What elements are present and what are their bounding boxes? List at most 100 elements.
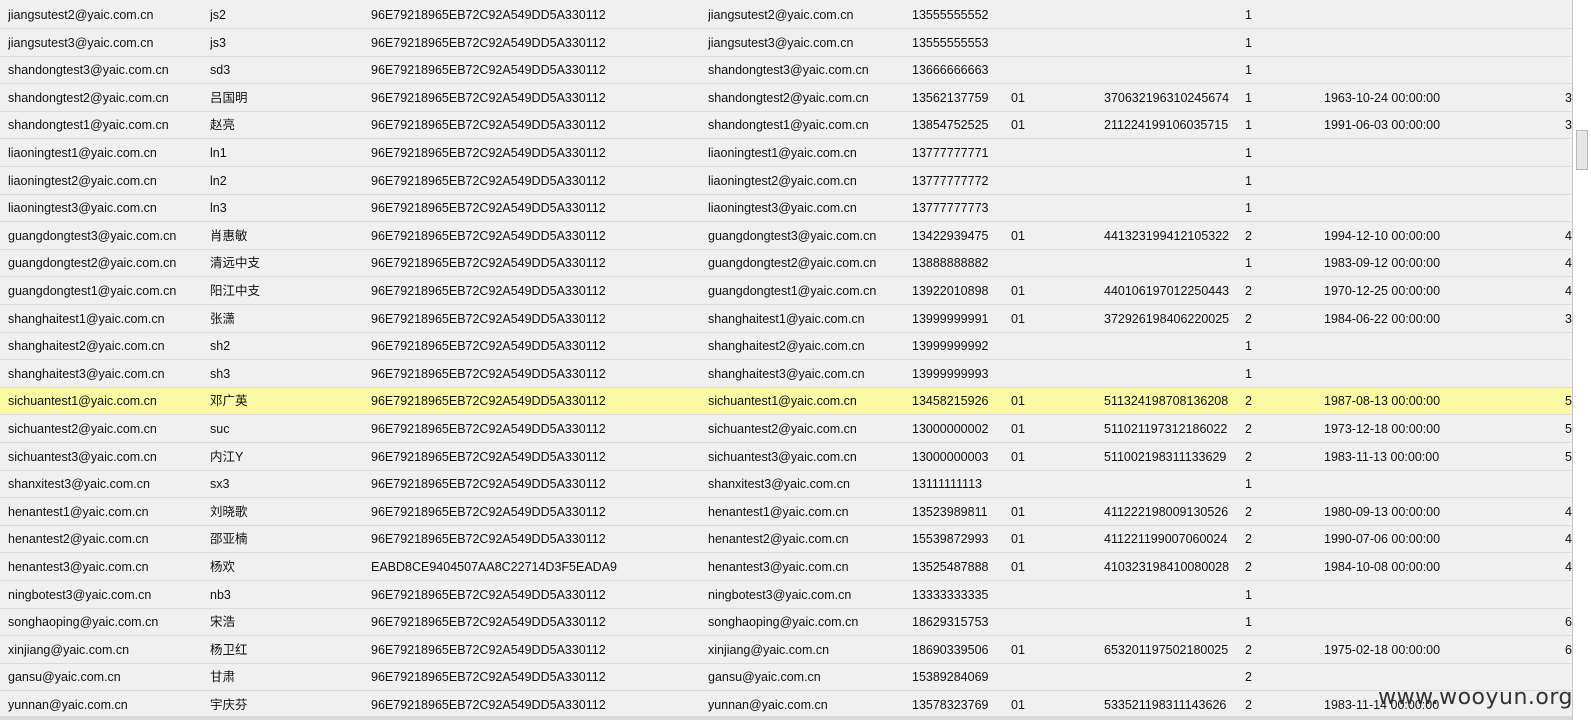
table-row[interactable]: sichuantest2@yaic.com.cn suc 96E79218965EB…	[0, 416, 1572, 443]
cell-phone[interactable]: 13422939475	[912, 223, 1007, 250]
cell-password-hash[interactable]: 96E79218965EB72C92A549DD5A330112	[371, 361, 691, 388]
cell-birth-date[interactable]: 1984-10-08 00:00:00	[1324, 554, 1524, 581]
vertical-scrollbar[interactable]	[1572, 0, 1591, 720]
cell-id-type[interactable]: 01	[1011, 692, 1091, 719]
cell-user-name[interactable]: ln1	[210, 140, 360, 167]
cell-birth-date[interactable]	[1324, 582, 1524, 609]
table-row[interactable]: jiangsutest3@yaic.com.cn js3 96E79218965EB…	[0, 30, 1572, 57]
cell-birth-date[interactable]: 1987-08-13 00:00:00	[1324, 388, 1524, 415]
cell-birth-date[interactable]: 1975-02-18 00:00:00	[1324, 637, 1524, 664]
cell-id-number[interactable]: 511002198311133629	[1104, 444, 1244, 471]
cell-region-code[interactable]: 51	[1565, 416, 1572, 443]
cell-birth-date[interactable]	[1324, 361, 1524, 388]
cell-gender[interactable]: 2	[1245, 306, 1315, 333]
cell-password-hash[interactable]: 96E79218965EB72C92A549DD5A330112	[371, 692, 691, 719]
cell-region-code[interactable]	[1565, 30, 1572, 57]
cell-region-code[interactable]	[1565, 195, 1572, 222]
cell-contact-email[interactable]: shandongtest2@yaic.com.cn	[708, 85, 908, 112]
cell-gender[interactable]: 2	[1245, 526, 1315, 553]
table-row[interactable]: henantest3@yaic.com.cn 杨欢 EABD8CE9404507AA…	[0, 554, 1572, 581]
cell-id-type[interactable]: 01	[1011, 278, 1091, 305]
cell-gender[interactable]: 2	[1245, 444, 1315, 471]
cell-id-number[interactable]: 653201197502180025	[1104, 637, 1244, 664]
cell-birth-date[interactable]: 1983-11-13 00:00:00	[1324, 444, 1524, 471]
cell-region-code[interactable]: 65	[1565, 637, 1572, 664]
cell-phone[interactable]: 13666666663	[912, 57, 1007, 84]
cell-user-name[interactable]: sx3	[210, 471, 360, 498]
cell-phone[interactable]: 13555555553	[912, 30, 1007, 57]
cell-gender[interactable]: 2	[1245, 278, 1315, 305]
table-row[interactable]: guangdongtest1@yaic.com.cn 阳江中支 96E7921896…	[0, 278, 1572, 305]
cell-account-email[interactable]: yunnan@yaic.com.cn	[8, 692, 203, 719]
cell-password-hash[interactable]: 96E79218965EB72C92A549DD5A330112	[371, 471, 691, 498]
cell-user-name[interactable]: ln2	[210, 168, 360, 195]
cell-user-name[interactable]: ln3	[210, 195, 360, 222]
cell-birth-date[interactable]	[1324, 140, 1524, 167]
cell-password-hash[interactable]: 96E79218965EB72C92A549DD5A330112	[371, 57, 691, 84]
cell-birth-date[interactable]	[1324, 471, 1524, 498]
cell-user-name[interactable]: 内江Y	[210, 444, 360, 471]
table-row[interactable]: henantest2@yaic.com.cn 邵亚楠 96E79218965EB72…	[0, 526, 1572, 553]
cell-user-name[interactable]: suc	[210, 416, 360, 443]
cell-password-hash[interactable]: 96E79218965EB72C92A549DD5A330112	[371, 223, 691, 250]
cell-id-type[interactable]: 01	[1011, 223, 1091, 250]
cell-phone[interactable]: 13562137759	[912, 85, 1007, 112]
cell-account-email[interactable]: shanxitest3@yaic.com.cn	[8, 471, 203, 498]
cell-account-email[interactable]: jiangsutest2@yaic.com.cn	[8, 2, 203, 29]
cell-id-number[interactable]: 411221199007060024	[1104, 526, 1244, 553]
cell-id-type[interactable]: 01	[1011, 499, 1091, 526]
cell-password-hash[interactable]: 96E79218965EB72C92A549DD5A330112	[371, 30, 691, 57]
cell-gender[interactable]: 1	[1245, 582, 1315, 609]
cell-user-name[interactable]: 刘晓歌	[210, 499, 360, 526]
table-row[interactable]: sichuantest3@yaic.com.cn 内江Y 96E79218965EB…	[0, 444, 1572, 471]
cell-contact-email[interactable]: guangdongtest1@yaic.com.cn	[708, 278, 908, 305]
cell-password-hash[interactable]: 96E79218965EB72C92A549DD5A330112	[371, 499, 691, 526]
cell-region-code[interactable]: 37	[1565, 85, 1572, 112]
cell-contact-email[interactable]: guangdongtest3@yaic.com.cn	[708, 223, 908, 250]
cell-account-email[interactable]: shandongtest3@yaic.com.cn	[8, 57, 203, 84]
cell-password-hash[interactable]: 96E79218965EB72C92A549DD5A330112	[371, 306, 691, 333]
cell-birth-date[interactable]: 1973-12-18 00:00:00	[1324, 416, 1524, 443]
cell-region-code[interactable]	[1565, 140, 1572, 167]
cell-region-code[interactable]: 31	[1565, 306, 1572, 333]
cell-account-email[interactable]: xinjiang@yaic.com.cn	[8, 637, 203, 664]
cell-region-code[interactable]	[1565, 361, 1572, 388]
cell-user-name[interactable]: 阳江中支	[210, 278, 360, 305]
cell-id-number[interactable]	[1104, 250, 1244, 277]
cell-password-hash[interactable]: 96E79218965EB72C92A549DD5A330112	[371, 112, 691, 139]
cell-password-hash[interactable]: 96E79218965EB72C92A549DD5A330112	[371, 140, 691, 167]
cell-password-hash[interactable]: 96E79218965EB72C92A549DD5A330112	[371, 250, 691, 277]
cell-gender[interactable]: 1	[1245, 85, 1315, 112]
cell-user-name[interactable]: sh3	[210, 361, 360, 388]
cell-region-code[interactable]	[1565, 168, 1572, 195]
cell-contact-email[interactable]: sichuantest3@yaic.com.cn	[708, 444, 908, 471]
cell-birth-date[interactable]: 1970-12-25 00:00:00	[1324, 278, 1524, 305]
table-row[interactable]: liaoningtest1@yaic.com.cn ln1 96E79218965E…	[0, 140, 1572, 167]
cell-region-code[interactable]: 44	[1565, 250, 1572, 277]
cell-birth-date[interactable]: 1990-07-06 00:00:00	[1324, 526, 1524, 553]
cell-id-number[interactable]: 211224199106035715	[1104, 112, 1244, 139]
cell-contact-email[interactable]: ningbotest3@yaic.com.cn	[708, 582, 908, 609]
cell-id-type[interactable]: 01	[1011, 85, 1091, 112]
cell-account-email[interactable]: jiangsutest3@yaic.com.cn	[8, 30, 203, 57]
cell-gender[interactable]: 1	[1245, 361, 1315, 388]
cell-gender[interactable]: 1	[1245, 30, 1315, 57]
cell-contact-email[interactable]: henantest2@yaic.com.cn	[708, 526, 908, 553]
cell-password-hash[interactable]: 96E79218965EB72C92A549DD5A330112	[371, 582, 691, 609]
cell-birth-date[interactable]	[1324, 609, 1524, 636]
table-row[interactable]: shandongtest3@yaic.com.cn sd3 96E79218965E…	[0, 57, 1572, 84]
table-row[interactable]: jiangsutest2@yaic.com.cn js2 96E79218965EB…	[0, 2, 1572, 29]
cell-gender[interactable]: 1	[1245, 140, 1315, 167]
cell-birth-date[interactable]	[1324, 2, 1524, 29]
cell-gender[interactable]: 2	[1245, 637, 1315, 664]
cell-gender[interactable]: 1	[1245, 609, 1315, 636]
cell-region-code[interactable]: 41	[1565, 526, 1572, 553]
table-row[interactable]: guangdongtest2@yaic.com.cn 清远中支 96E7921896…	[0, 250, 1572, 277]
cell-gender[interactable]: 2	[1245, 416, 1315, 443]
table-row[interactable]: shanghaitest1@yaic.com.cn 张潇 96E79218965EB…	[0, 306, 1572, 333]
cell-contact-email[interactable]: xinjiang@yaic.com.cn	[708, 637, 908, 664]
cell-id-number[interactable]	[1104, 195, 1244, 222]
cell-account-email[interactable]: guangdongtest1@yaic.com.cn	[8, 278, 203, 305]
cell-user-name[interactable]: 肖惠敏	[210, 223, 360, 250]
cell-account-email[interactable]: henantest2@yaic.com.cn	[8, 526, 203, 553]
